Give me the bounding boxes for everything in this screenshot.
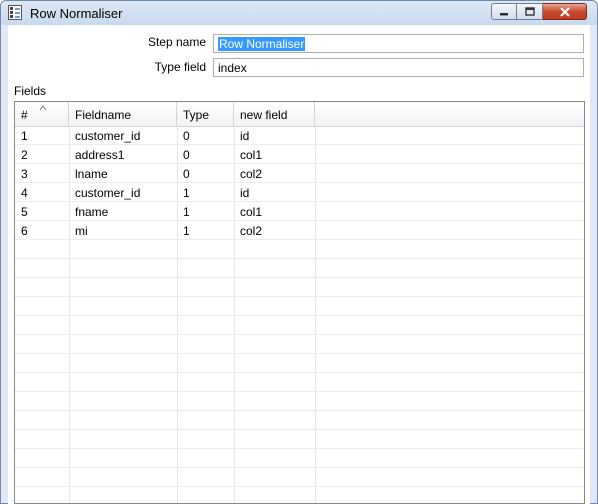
table-row[interactable]: 6 mi 1 col2 <box>15 221 584 240</box>
type-cell[interactable]: 1 <box>177 202 234 221</box>
type-cell[interactable]: 0 <box>177 126 234 145</box>
type-field-value: index <box>218 61 247 75</box>
column-header-type[interactable]: Type <box>177 102 234 126</box>
new-field-cell[interactable]: col2 <box>234 221 315 240</box>
new-field-cell[interactable]: col1 <box>234 202 315 221</box>
type-cell[interactable]: 0 <box>177 145 234 164</box>
empty-table-row[interactable] <box>15 335 584 354</box>
empty-table-row[interactable] <box>15 487 584 503</box>
step-name-input[interactable]: Row Normaliser <box>213 34 584 53</box>
table-row[interactable]: 3 lname 0 col2 <box>15 164 584 183</box>
row-index-cell[interactable]: 4 <box>15 183 69 202</box>
dialog-window: Row Normaliser Step name Row Normaliser … <box>0 0 598 504</box>
column-header-new-field[interactable]: new field <box>234 102 315 126</box>
empty-table-row[interactable] <box>15 316 584 335</box>
row-index-cell[interactable]: 5 <box>15 202 69 221</box>
window-controls <box>491 3 587 21</box>
table-row[interactable]: 1 customer_id 0 id <box>15 126 584 145</box>
row-index-cell[interactable]: 6 <box>15 221 69 240</box>
close-button[interactable] <box>543 3 587 20</box>
empty-table-row[interactable] <box>15 373 584 392</box>
new-field-cell[interactable]: id <box>234 183 315 202</box>
empty-table-row[interactable] <box>15 240 584 259</box>
step-name-label: Step name <box>147 35 206 49</box>
empty-table-row[interactable] <box>15 259 584 278</box>
row-index-cell[interactable]: 2 <box>15 145 69 164</box>
empty-table-row[interactable] <box>15 449 584 468</box>
empty-table-row[interactable] <box>15 297 584 316</box>
empty-table-row[interactable] <box>15 278 584 297</box>
title-bar[interactable]: Row Normaliser <box>1 1 597 25</box>
fields-table[interactable]: # Fieldname Type new field 1 customer_id 0… <box>14 101 585 504</box>
row-index-cell[interactable]: 1 <box>15 126 69 145</box>
empty-table-row[interactable] <box>15 354 584 373</box>
type-field-input[interactable]: index <box>213 58 584 77</box>
new-field-cell[interactable]: col1 <box>234 145 315 164</box>
step-name-value: Row Normaliser <box>218 37 306 51</box>
type-cell[interactable]: 0 <box>177 164 234 183</box>
table-header: # Fieldname Type new field <box>15 102 584 127</box>
row-index-cell[interactable]: 3 <box>15 164 69 183</box>
column-header-index[interactable]: # <box>15 102 69 126</box>
fieldname-cell[interactable]: address1 <box>69 145 177 164</box>
fieldname-cell[interactable]: customer_id <box>69 183 177 202</box>
maximize-icon <box>524 7 535 16</box>
new-field-cell[interactable]: id <box>234 126 315 145</box>
fieldname-cell[interactable]: customer_id <box>69 126 177 145</box>
dialog-body: Step name Row Normaliser Type field inde… <box>8 25 590 504</box>
type-cell[interactable]: 1 <box>177 221 234 240</box>
empty-table-row[interactable] <box>15 430 584 449</box>
sort-ascending-icon <box>39 105 47 111</box>
maximize-button[interactable] <box>517 3 543 20</box>
fieldname-cell[interactable]: mi <box>69 221 177 240</box>
minimize-icon <box>500 12 508 15</box>
fields-section-label: Fields <box>14 84 47 98</box>
column-header-fieldname[interactable]: Fieldname <box>69 102 177 126</box>
window-title: Row Normaliser <box>30 6 123 21</box>
table-row[interactable]: 2 address1 0 col1 <box>15 145 584 164</box>
empty-table-row[interactable] <box>15 411 584 430</box>
table-row[interactable]: 5 fname 1 col1 <box>15 202 584 221</box>
table-row[interactable]: 4 customer_id 1 id <box>15 183 584 202</box>
type-cell[interactable]: 1 <box>177 183 234 202</box>
empty-table-row[interactable] <box>15 392 584 411</box>
close-icon <box>559 6 570 17</box>
type-field-label: Type field <box>154 60 206 74</box>
new-field-cell[interactable]: col2 <box>234 164 315 183</box>
fieldname-cell[interactable]: lname <box>69 164 177 183</box>
empty-table-row[interactable] <box>15 468 584 487</box>
row-normaliser-icon <box>8 5 22 20</box>
fieldname-cell[interactable]: fname <box>69 202 177 221</box>
minimize-button[interactable] <box>491 3 517 20</box>
